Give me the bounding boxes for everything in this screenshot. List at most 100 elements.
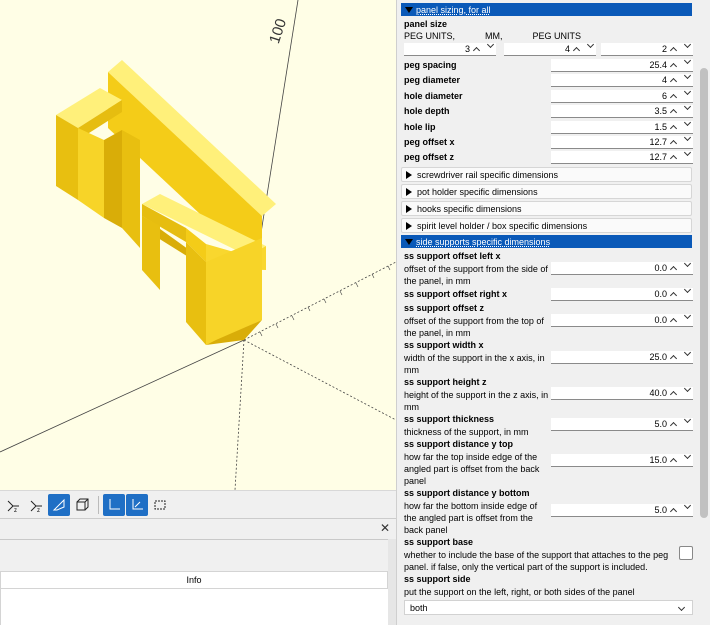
spin-arrows-icon[interactable] <box>669 384 693 399</box>
spin-arrows-icon[interactable] <box>669 40 693 55</box>
ss-width-x-spinbox[interactable]: 25.0 <box>551 348 693 364</box>
param-label-ss-base: ss support base <box>404 537 474 547</box>
console-panel: ✕ Info <box>0 518 396 625</box>
spin-arrows-icon[interactable] <box>669 56 693 71</box>
view-xz-icon[interactable]: z <box>2 494 24 516</box>
divider <box>0 539 396 540</box>
console-scrollbar[interactable] <box>388 539 396 625</box>
spin-arrows-icon[interactable] <box>669 285 693 300</box>
group-header-panel-sizing[interactable]: panel sizing, for all <box>401 3 692 16</box>
param-label-hole-diameter: hole diameter <box>404 91 463 101</box>
spin-arrows-icon[interactable] <box>669 133 693 148</box>
group-header-screwdriver[interactable]: screwdriver rail specific dimensions <box>401 167 692 182</box>
hole-diameter-spinbox[interactable]: 6 <box>551 87 693 103</box>
hole-lip-spinbox[interactable]: 1.5 <box>551 118 693 134</box>
perspective-icon[interactable] <box>48 493 70 516</box>
ss-side-select[interactable]: both <box>404 600 693 615</box>
param-label-ss-width-x: ss support width x <box>404 340 484 350</box>
spin-arrows-icon[interactable] <box>669 311 693 326</box>
param-label-panel-size: panel size <box>404 19 448 29</box>
param-desc-ss-offset-z: offset of the support from the top of th… <box>404 316 544 338</box>
param-label-ss-side: ss support side <box>404 574 471 584</box>
param-label-hole-lip: hole lip <box>404 122 436 132</box>
param-label-peg-offset-x: peg offset x <box>404 137 455 147</box>
param-desc-ss-height-z: height of the support in the z axis, in … <box>404 390 549 412</box>
param-desc-ss-distance-y-top: how far the top inside edge of the angle… <box>404 452 540 486</box>
param-desc-ss-distance-y-bottom: how far the bottom inside edge of the an… <box>404 501 538 535</box>
group-header-side-supports[interactable]: side supports specific dimensions <box>401 235 692 248</box>
ss-thickness-spinbox[interactable]: 5.0 <box>551 415 693 431</box>
customizer-panel: panel sizing, for all panel size PEG UNI… <box>396 0 710 625</box>
peg-spacing-spinbox[interactable]: 25.4 <box>551 56 693 72</box>
view-yz-icon[interactable]: z <box>25 494 47 516</box>
param-label-peg-diameter: peg diameter <box>404 75 461 85</box>
3d-viewport[interactable]: 100 <box>0 0 396 490</box>
spin-arrows-icon[interactable] <box>669 348 693 363</box>
collapsed-triangle-icon <box>406 170 412 179</box>
group-header-spirit-level[interactable]: spirit level holder / box specific dimen… <box>401 218 692 233</box>
panel-size-units: PEG UNITS, MM, PEG UNITS <box>404 31 582 41</box>
model-render: 100 <box>0 0 396 490</box>
spin-arrows-icon[interactable] <box>669 501 693 516</box>
param-label-peg-offset-z: peg offset z <box>404 152 455 162</box>
expand-triangle-icon <box>405 6 413 13</box>
axis-label-100: 100 <box>266 17 290 46</box>
param-label-peg-spacing: peg spacing <box>404 60 457 70</box>
spin-arrows-icon[interactable] <box>669 415 693 430</box>
spin-arrows-icon[interactable] <box>669 118 693 133</box>
ss-base-checkbox[interactable] <box>679 546 693 560</box>
close-icon[interactable]: ✕ <box>380 521 390 535</box>
column-header-info: Info <box>186 575 202 585</box>
param-label-ss-offset-left-x: ss support offset left x <box>404 251 501 261</box>
peg-offset-z-spinbox[interactable]: 12.7 <box>551 148 693 164</box>
svg-text:z: z <box>37 508 40 513</box>
peg-diameter-spinbox[interactable]: 4 <box>551 71 693 87</box>
param-label-hole-depth: hole depth <box>404 106 450 116</box>
ss-distance-y-bottom-spinbox[interactable]: 5.0 <box>551 501 693 517</box>
panel-size-spinbox-1[interactable]: 3 <box>404 40 496 56</box>
param-label-ss-height-z: ss support height z <box>404 377 487 387</box>
spin-arrows-icon[interactable] <box>669 71 693 86</box>
collapsed-triangle-icon <box>406 187 412 196</box>
openscad-window: 100 z z ✕ Info panel sizing, for all pan… <box>0 0 710 625</box>
scrollbar-thumb[interactable] <box>700 68 708 518</box>
param-label-ss-distance-y-top: ss support distance y top <box>404 439 514 449</box>
edges-icon[interactable] <box>149 494 171 516</box>
param-desc-ss-width-x: width of the support in the x axis, in m… <box>404 353 545 375</box>
param-label-ss-distance-y-bottom: ss support distance y bottom <box>404 488 530 498</box>
param-label-ss-offset-right-x: ss support offset right x <box>404 289 508 299</box>
spin-arrows-icon[interactable] <box>669 259 693 274</box>
param-label-ss-thickness: ss support thickness <box>404 414 495 424</box>
panel-size-spinbox-3[interactable]: 2 <box>601 40 693 56</box>
chevron-down-icon <box>677 603 686 612</box>
axes-icon[interactable] <box>103 493 125 516</box>
toolbar-separator <box>98 495 99 514</box>
collapsed-triangle-icon <box>406 204 412 213</box>
scale-markers-icon[interactable] <box>126 493 148 516</box>
svg-text:z: z <box>14 508 17 513</box>
spin-arrows-icon[interactable] <box>669 451 693 466</box>
param-desc-ss-side: put the support on the left, right, or b… <box>404 587 635 597</box>
spin-arrows-icon[interactable] <box>572 40 596 55</box>
param-desc-ss-offset-left-x: offset of the support from the side of t… <box>404 264 548 286</box>
group-header-hooks[interactable]: hooks specific dimensions <box>401 201 692 216</box>
spin-arrows-icon[interactable] <box>669 87 693 102</box>
collapsed-triangle-icon <box>406 221 412 230</box>
spin-arrows-icon[interactable] <box>669 148 693 163</box>
param-desc-ss-base: whether to include the base of the suppo… <box>404 550 669 572</box>
ss-offset-z-spinbox[interactable]: 0.0 <box>551 311 693 327</box>
orthogonal-icon[interactable] <box>71 494 93 516</box>
console-output <box>0 589 388 625</box>
group-header-pot-holder[interactable]: pot holder specific dimensions <box>401 184 692 199</box>
ss-height-z-spinbox[interactable]: 40.0 <box>551 384 693 400</box>
ss-distance-y-top-spinbox[interactable]: 15.0 <box>551 451 693 467</box>
ss-offset-right-x-spinbox[interactable]: 0.0 <box>551 285 693 301</box>
hole-depth-spinbox[interactable]: 3.5 <box>551 102 693 118</box>
console-column-header: Info <box>0 571 388 589</box>
spin-arrows-icon[interactable] <box>472 40 496 55</box>
peg-offset-x-spinbox[interactable]: 12.7 <box>551 133 693 149</box>
expand-triangle-icon <box>405 238 413 245</box>
spin-arrows-icon[interactable] <box>669 102 693 117</box>
panel-size-spinbox-2[interactable]: 4 <box>504 40 596 56</box>
ss-offset-left-x-spinbox[interactable]: 0.0 <box>551 259 693 275</box>
